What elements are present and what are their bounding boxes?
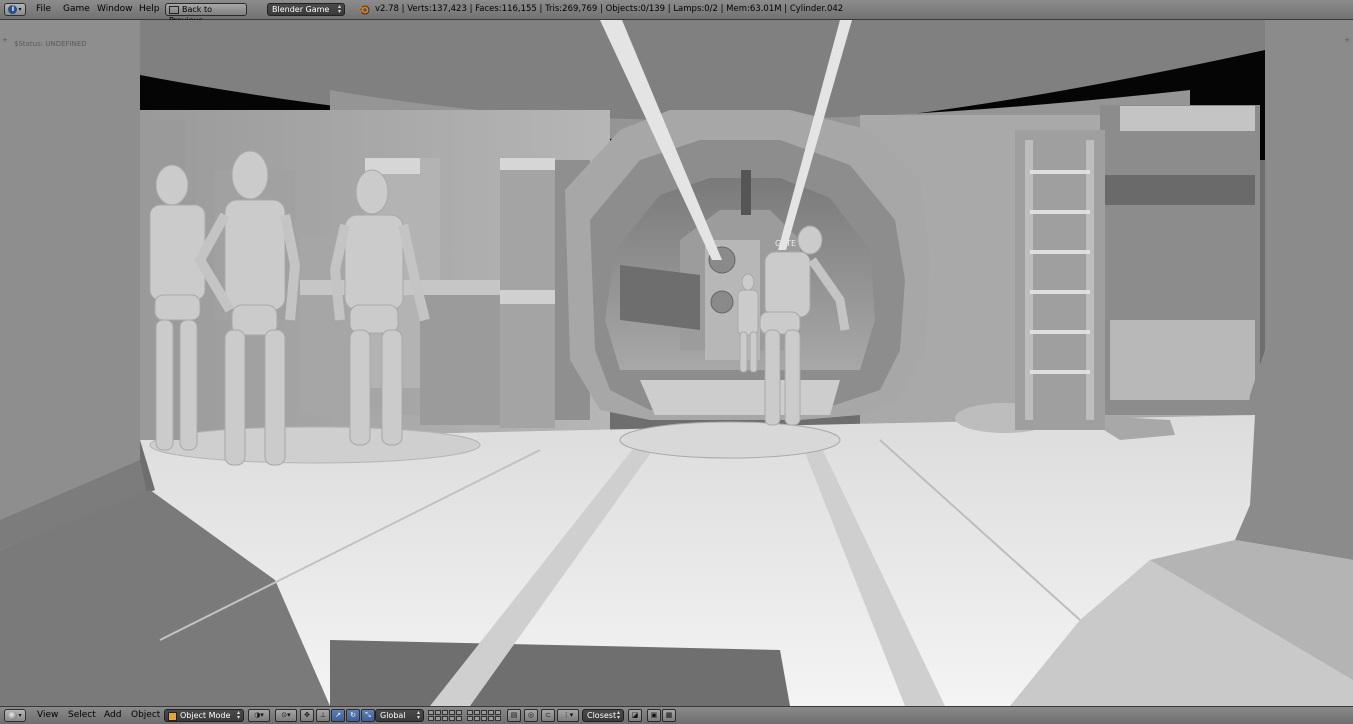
game-scene-render: GATE [0, 20, 1353, 706]
info-icon: i [8, 5, 18, 14]
updown-arrows-icon: ▴ ▾ [337, 3, 341, 15]
updown-arrows-icon: ▴ ▾ [236, 709, 240, 721]
rotate-icon[interactable]: ↻ [346, 709, 360, 722]
layer-lock-icon[interactable]: ▤ [507, 709, 521, 722]
menu-file[interactable]: File [36, 3, 51, 16]
render-icon[interactable]: ▣ [647, 709, 661, 722]
render-engine-select[interactable]: Blender Game ▴ ▾ [267, 3, 345, 16]
interaction-mode-select[interactable]: Object Mode ▴ ▾ [164, 709, 244, 722]
menu-select[interactable]: Select [68, 709, 96, 722]
manipulator-icon[interactable]: ✥ [300, 709, 314, 722]
status-overlay: $Status: UNDEFINED [14, 40, 87, 48]
3d-view-icon [8, 711, 18, 720]
snap-magnet-icon[interactable]: ⊂ [541, 709, 555, 722]
scene-layers-group-2[interactable] [467, 710, 503, 722]
transform-orientation-select[interactable]: Global ▴ ▾ [375, 709, 424, 722]
3d-view-header: ▾ View Select Add Object Object Mode ▴ ▾ … [0, 706, 1353, 724]
pivot-point-icon[interactable]: ⊙▾ [275, 709, 297, 722]
viewport-shading-icon[interactable]: ◑▾ [248, 709, 270, 722]
updown-arrows-icon: ▴ ▾ [416, 709, 420, 721]
align-rotation-icon[interactable]: ◪ [628, 709, 642, 722]
blender-logo-icon [358, 3, 370, 16]
menu-view[interactable]: View [37, 709, 58, 722]
properties-toggle-icon[interactable]: + [1344, 36, 1350, 44]
info-header: i▾ File Game Window Help Back to Previou… [0, 0, 1353, 25]
menu-game[interactable]: Game [63, 3, 90, 16]
menu-window[interactable]: Window [97, 3, 133, 16]
axis-icon[interactable]: ⊥ [316, 709, 330, 722]
menu-help[interactable]: Help [139, 3, 160, 16]
scene-layers-group-1[interactable] [428, 710, 464, 722]
menu-add[interactable]: Add [104, 709, 121, 722]
screen-icon [169, 5, 179, 14]
translate-icon[interactable]: ↗ [331, 709, 345, 722]
render-animation-icon[interactable]: ▦ [662, 709, 676, 722]
snap-target-select[interactable]: Closest ▴ ▾ [582, 709, 624, 722]
object-cube-icon [168, 712, 177, 721]
editor-type-button[interactable]: ▾ [4, 709, 26, 722]
editor-type-button[interactable]: i ▾ [4, 3, 26, 16]
menu-object[interactable]: Object [131, 709, 160, 722]
proportional-edit-icon[interactable]: ◎ [524, 709, 538, 722]
3d-viewport[interactable]: GATE [0, 20, 1353, 706]
updown-arrows-icon: ▴ ▾ [616, 709, 620, 721]
scene-statistics: v2.78 | Verts:137,423 | Faces:116,155 | … [375, 4, 844, 14]
toolshelf-toggle-icon[interactable]: + [2, 36, 8, 44]
scale-icon[interactable]: ⤡ [361, 709, 375, 722]
back-to-previous-button[interactable]: Back to Previous [165, 3, 247, 25]
snap-element-icon[interactable]: ⋮▾ [557, 709, 579, 722]
